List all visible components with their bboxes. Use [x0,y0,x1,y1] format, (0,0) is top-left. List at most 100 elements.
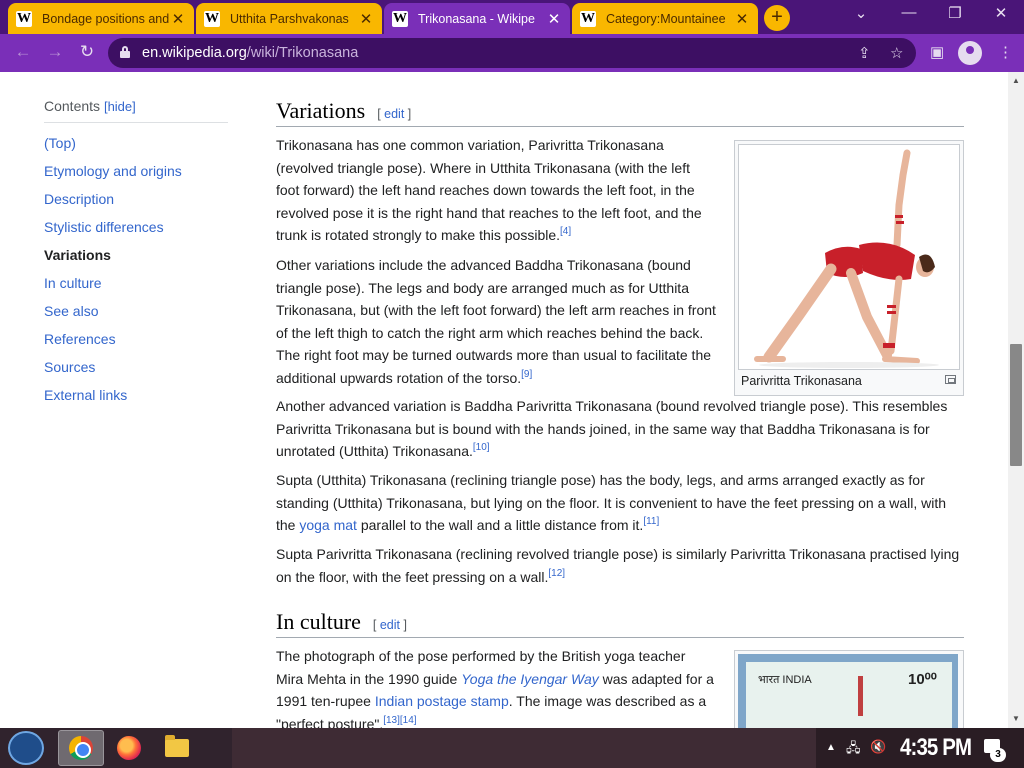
paragraph: Supta (Utthita) Trikonasana (reclining t… [276,472,947,533]
page-viewport: Contents [hide] (Top) Etymology and orig… [0,72,1008,728]
url-text[interactable]: en.wikipedia.org/wiki/Trikonasana [142,45,358,61]
edit-link[interactable]: [ edit ] [373,618,407,632]
figure-caption: Parivritta Trikonasana [741,374,862,388]
tab-title: Utthita Parshvakonas [230,11,349,26]
paragraph: Another advanced variation is Baddha Par… [276,398,948,459]
section-heading-variations: Variations [ edit ] [276,98,964,127]
close-tab-icon[interactable]: ✕ [358,10,374,28]
figure-parivritta-trikonasana: Parivritta Trikonasana [734,140,964,396]
citation-link[interactable]: [9] [521,369,532,380]
tab-title: Bondage positions and [42,11,170,26]
chrome-taskbar-button[interactable] [58,730,104,766]
close-tab-icon[interactable]: ✕ [170,10,186,28]
windows-taskbar: ▲ 🖧 🔇 4:35 PM 3 [0,728,1024,768]
taskbar-clock[interactable]: 4:35 PM [900,734,972,762]
toc-item-see-also[interactable]: See also [44,297,228,325]
toc-hide-toggle[interactable]: [hide] [104,99,136,114]
side-panel-icon[interactable]: ▣ [930,43,944,61]
section-heading-in-culture: In culture [ edit ] [276,609,964,638]
toc-item-description[interactable]: Description [44,185,228,213]
star-icon[interactable]: ☆ [890,44,903,62]
figure-postage-stamp: भारत INDIA 10⁰⁰ [734,650,964,728]
arrow-left-icon[interactable]: ← [12,42,34,62]
minimize-icon[interactable]: — [894,4,924,21]
share-icon[interactable]: ⇪ [858,44,871,62]
paragraph: The photograph of the pose performed by … [276,648,714,728]
scrollbar-thumb[interactable] [1010,344,1022,466]
close-window-icon[interactable]: ✕ [986,4,1016,22]
heading-text: In culture [276,609,361,634]
stamp-value-text: 10⁰⁰ [908,671,937,688]
volume-muted-icon[interactable]: 🔇 [870,739,886,755]
toc-title: Contents [44,98,101,114]
citation-link[interactable]: [4] [560,226,571,237]
yoga-pose-image[interactable] [738,144,960,370]
profile-icon[interactable] [958,41,982,65]
wikipedia-favicon-icon: W [204,10,220,27]
arrow-right-icon[interactable]: → [44,42,66,62]
toc-item-stylistic-differences[interactable]: Stylistic differences [44,213,228,241]
indian-postage-stamp-link[interactable]: Indian postage stamp [375,693,509,709]
windows-start-icon[interactable] [8,731,44,765]
edit-link[interactable]: [ edit ] [377,107,411,121]
toc-item-references[interactable]: References [44,325,228,353]
browser-tab[interactable]: W Bondage positions and ✕ [8,3,194,34]
toc-item-external-links[interactable]: External links [44,381,228,409]
kebab-menu-icon[interactable]: ⋮ [998,43,1013,61]
toc-item-top[interactable]: (Top) [44,129,228,157]
notification-count-badge: 3 [990,748,1006,762]
tab-title: Trikonasana - Wikipe [418,11,535,26]
toc-item-sources[interactable]: Sources [44,353,228,381]
citation-link[interactable]: [13][14] [383,715,416,726]
browser-tab[interactable]: W Utthita Parshvakonas ✕ [196,3,382,34]
browser-toolbar: ← → ↻ en.wikipedia.org/wiki/Trikonasana … [0,34,1024,72]
close-tab-icon[interactable]: ✕ [734,10,750,28]
yoga-the-iyengar-way-link[interactable]: Yoga the Iyengar Way [461,671,599,687]
enlarge-icon[interactable] [945,375,956,384]
toc-item-in-culture[interactable]: In culture [44,269,228,297]
wikipedia-favicon-icon: W [16,10,32,27]
address-bar[interactable]: en.wikipedia.org/wiki/Trikonasana ⇪ ☆ [108,38,916,68]
scroll-down-arrow-icon[interactable]: ▼ [1012,714,1020,723]
folder-icon [165,735,189,757]
toc-item-variations[interactable]: Variations [44,241,228,269]
network-icon[interactable]: 🖧 [846,739,861,761]
stamp-face: भारत INDIA 10⁰⁰ [746,662,952,728]
page-scrollbar[interactable]: ▲ ▼ [1008,72,1024,728]
close-tab-icon[interactable]: ✕ [546,10,562,28]
indian-postage-stamp-image[interactable]: भारत INDIA 10⁰⁰ [738,654,958,728]
paragraph: Supta Parivritta Trikonasana (reclining … [276,546,960,585]
yoga-mat-link[interactable]: yoga mat [299,517,357,533]
heading-text: Variations [276,98,366,123]
firefox-taskbar-button[interactable] [106,730,152,766]
lock-icon[interactable] [120,46,130,58]
citation-link[interactable]: [12] [548,568,565,579]
restore-window-icon[interactable]: ❐ [940,4,970,22]
pose-illustration [754,149,939,368]
browser-tab-active[interactable]: W Trikonasana - Wikipe ✕ [384,3,570,34]
toc-list: (Top) Etymology and origins Description … [44,129,228,409]
firefox-icon [117,736,141,760]
tab-strip: W Bondage positions and ✕ W Utthita Pars… [0,0,1024,34]
show-hidden-icons-icon[interactable]: ▲ [826,742,836,753]
toc-item-etymology[interactable]: Etymology and origins [44,157,228,185]
paragraph: Trikonasana has one common variation, Pa… [276,137,702,243]
citation-link[interactable]: [10] [473,442,490,453]
wikipedia-favicon-icon: W [392,10,408,27]
toc-header: Contents [hide] [44,98,228,123]
paragraph: Other variations include the advanced Ba… [276,257,716,386]
table-of-contents: Contents [hide] (Top) Etymology and orig… [44,98,228,409]
new-tab-plus-icon[interactable]: + [764,5,790,31]
browser-tab[interactable]: W Category:Mountainee ✕ [572,3,758,34]
chrome-icon [69,736,93,760]
file-explorer-taskbar-button[interactable] [154,730,200,766]
taskbar-empty-area [232,728,816,768]
tab-search-chevron-icon[interactable]: ⌄ [846,4,876,22]
reload-icon[interactable]: ↻ [76,42,98,62]
citation-link[interactable]: [11] [643,516,659,527]
stamp-country-text: भारत INDIA [758,674,812,686]
tab-title: Category:Mountainee [606,11,726,26]
scroll-up-arrow-icon[interactable]: ▲ [1012,76,1020,85]
wikipedia-favicon-icon: W [580,10,596,27]
stamp-figure-graphic [858,676,863,716]
